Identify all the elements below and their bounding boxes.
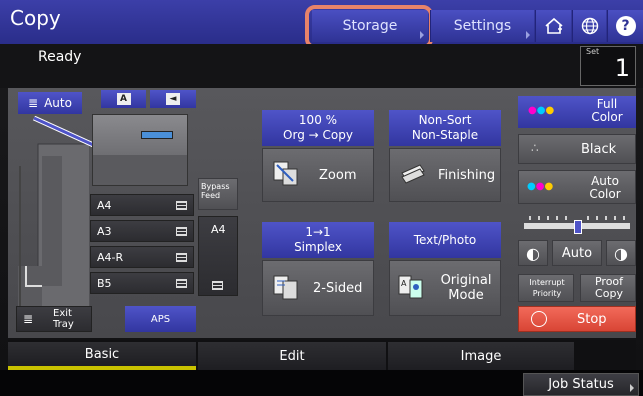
sided-setting-display: 1→1 Simplex bbox=[262, 222, 374, 258]
tray-1[interactable]: A4 bbox=[90, 194, 194, 216]
auto-color-button[interactable]: ●●● Auto Color bbox=[518, 170, 636, 204]
bypass-tray[interactable]: A4 bbox=[198, 216, 238, 296]
tray-1-size: A4 bbox=[97, 199, 112, 212]
density-auto-label: Auto bbox=[561, 245, 593, 261]
proof-copy-button[interactable]: Proof Copy bbox=[580, 274, 636, 302]
globe-icon bbox=[581, 17, 598, 35]
original-mode-icon: A bbox=[398, 275, 423, 299]
interrupt-priority-button[interactable]: Interrupt Priority bbox=[518, 274, 574, 302]
tray-3-size: A4-R bbox=[97, 251, 124, 264]
tray-icon bbox=[176, 227, 187, 236]
tray-4-size: B5 bbox=[97, 277, 112, 290]
tray-4[interactable]: B5 bbox=[90, 272, 194, 294]
two-sided-icon bbox=[273, 275, 298, 300]
job-status-label: Job Status bbox=[548, 377, 614, 392]
tab-edit[interactable]: Edit bbox=[198, 342, 386, 370]
interrupt-priority-label: Interrupt Priority bbox=[529, 278, 565, 298]
tab-image[interactable]: Image bbox=[388, 342, 574, 370]
tray-3[interactable]: A4-R bbox=[90, 246, 194, 268]
two-sided-button[interactable]: 2-Sided bbox=[262, 260, 374, 316]
set-value: 1 bbox=[614, 54, 630, 82]
status-message: Ready bbox=[38, 49, 82, 65]
darker-button[interactable]: ◑ bbox=[606, 240, 636, 266]
tray-icon bbox=[212, 281, 223, 290]
scanner-unit bbox=[92, 114, 188, 186]
auto-color-icon: ●●● bbox=[527, 181, 554, 192]
original-a-label: A bbox=[116, 93, 131, 105]
aps-button[interactable]: APS bbox=[125, 306, 196, 332]
black-toner-icon: ∴ bbox=[531, 141, 539, 155]
density-auto-button[interactable]: Auto bbox=[552, 240, 602, 266]
finishing-icon bbox=[401, 164, 425, 184]
density-knob[interactable] bbox=[574, 220, 582, 234]
zoom-icon bbox=[273, 161, 298, 186]
tray-icon bbox=[176, 279, 187, 288]
status-strip bbox=[0, 44, 643, 88]
exit-tray-label: Exit Tray bbox=[53, 308, 74, 330]
black-label: Black bbox=[581, 142, 617, 157]
lighter-button[interactable]: ◐ bbox=[518, 240, 548, 266]
bypass-feed-label: Bypass Feed bbox=[201, 182, 230, 200]
settings-button[interactable]: Settings bbox=[430, 10, 534, 42]
stop-icon bbox=[531, 311, 547, 327]
bypass-feed-icon-box: Bypass Feed bbox=[198, 178, 238, 210]
original-portrait-button[interactable]: A bbox=[101, 90, 146, 108]
finishing-label: Finishing bbox=[438, 168, 496, 183]
two-sided-label: 2-Sided bbox=[313, 281, 363, 296]
density-slider[interactable] bbox=[522, 212, 632, 234]
bypass-size: A4 bbox=[211, 223, 226, 236]
settings-label: Settings bbox=[453, 18, 512, 34]
exit-tray-icon: ≣ bbox=[23, 312, 34, 326]
tab-edit-label: Edit bbox=[279, 348, 305, 364]
aps-label: APS bbox=[150, 313, 171, 325]
auto-paper-label: Auto bbox=[44, 96, 72, 110]
home-button[interactable] bbox=[535, 10, 571, 42]
original-mode-button[interactable]: A Original Mode bbox=[389, 260, 501, 316]
tray-2[interactable]: A3 bbox=[90, 220, 194, 242]
tray-icon bbox=[176, 201, 187, 210]
tab-image-label: Image bbox=[460, 348, 502, 364]
help-button[interactable]: ? bbox=[607, 10, 643, 42]
svg-text:A: A bbox=[401, 279, 407, 288]
original-rotated-icon: ◄ bbox=[166, 93, 180, 105]
original-mode-label: Original Mode bbox=[440, 273, 492, 303]
tray-icon bbox=[176, 253, 187, 262]
language-button[interactable] bbox=[572, 10, 606, 42]
stop-button[interactable]: Stop bbox=[518, 306, 636, 332]
darker-icon: ◑ bbox=[614, 243, 628, 263]
black-button[interactable]: ∴ Black bbox=[518, 134, 636, 164]
paper-stack-icon: ≣ bbox=[28, 96, 39, 110]
control-panel-indicator bbox=[141, 131, 173, 139]
screen-title: Copy bbox=[10, 6, 61, 30]
auto-color-label: Auto Color bbox=[589, 174, 621, 201]
proof-copy-label: Proof Copy bbox=[594, 275, 624, 300]
full-color-icon: ●●● bbox=[528, 105, 555, 116]
help-icon: ? bbox=[615, 16, 636, 36]
lighter-icon: ◐ bbox=[526, 243, 540, 263]
auto-paper-button[interactable]: ≣ Auto bbox=[18, 92, 82, 114]
tab-basic-label: Basic bbox=[84, 346, 120, 362]
full-color-button[interactable]: ●●● Full Color bbox=[518, 96, 636, 128]
tab-basic[interactable]: Basic bbox=[8, 342, 196, 370]
exit-tray-button[interactable]: ≣ Exit Tray bbox=[16, 306, 92, 332]
finishing-button[interactable]: Finishing bbox=[389, 148, 501, 202]
original-mode-display: Text/Photo bbox=[389, 222, 501, 258]
original-landscape-button[interactable]: ◄ bbox=[150, 90, 196, 108]
set-label: Set bbox=[586, 47, 600, 56]
home-icon bbox=[544, 17, 563, 34]
highlight-frame bbox=[305, 5, 433, 49]
copy-screen: Copy Storage Settings ? Ready Set 1 ≣ Aut… bbox=[0, 0, 643, 396]
tray-2-size: A3 bbox=[97, 225, 112, 238]
zoom-button[interactable]: Zoom bbox=[262, 148, 374, 202]
zoom-label: Zoom bbox=[319, 168, 357, 183]
full-color-label: Full Color bbox=[591, 97, 623, 124]
zoom-setting-display: 100 % Org → Copy bbox=[262, 110, 374, 146]
finishing-setting-display: Non-Sort Non-Staple bbox=[389, 110, 501, 146]
stop-label: Stop bbox=[577, 312, 607, 327]
job-status-button[interactable]: Job Status bbox=[523, 373, 639, 396]
